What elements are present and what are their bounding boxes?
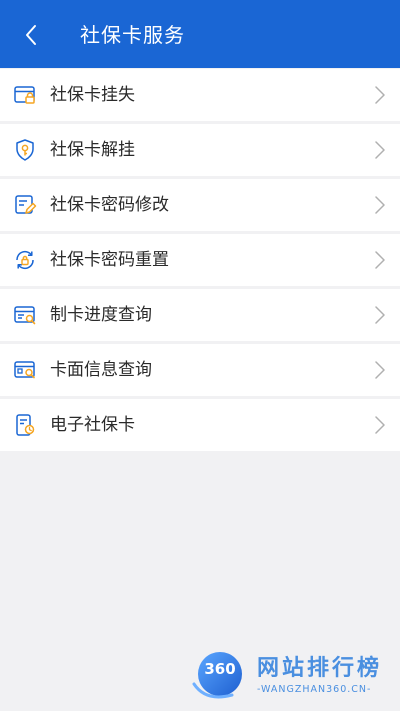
mobile-card-icon xyxy=(16,414,35,436)
refresh-lock-icon xyxy=(16,250,34,270)
menu-item-label: 社保卡密码重置 xyxy=(50,250,169,270)
menu-item-cancel-loss[interactable]: 社保卡解挂 xyxy=(0,124,400,176)
chevron-right-icon xyxy=(375,416,385,434)
chevron-left-icon xyxy=(26,25,36,45)
menu-item-card-info[interactable]: 卡面信息查询 xyxy=(0,344,400,396)
watermark-url: -WANGZHAN360.CN- xyxy=(257,684,372,695)
chevron-right-icon xyxy=(375,86,385,104)
menu-item-e-card[interactable]: 电子社保卡 xyxy=(0,399,400,451)
document-edit-icon xyxy=(15,195,37,214)
card-search-icon xyxy=(14,306,36,325)
watermark: 360 网站排行榜 -WANGZHAN360.CN- xyxy=(190,648,395,708)
service-menu: 社保卡挂失 社保卡解挂 社保卡密码修改 社保卡密码重置 制卡进度查询 卡面信息查… xyxy=(0,69,400,454)
shield-key-icon xyxy=(16,139,34,161)
card-lock-icon xyxy=(14,86,35,104)
card-info-search-icon xyxy=(14,361,35,379)
menu-item-label: 制卡进度查询 xyxy=(50,305,152,325)
watermark-badge: 360 xyxy=(204,660,236,678)
menu-item-label: 社保卡解挂 xyxy=(50,140,135,160)
menu-item-reset-password[interactable]: 社保卡密码重置 xyxy=(0,234,400,286)
menu-item-report-loss[interactable]: 社保卡挂失 xyxy=(0,69,400,121)
menu-item-label: 社保卡挂失 xyxy=(50,85,135,105)
menu-item-card-progress[interactable]: 制卡进度查询 xyxy=(0,289,400,341)
chevron-right-icon xyxy=(375,306,385,324)
back-button[interactable] xyxy=(14,18,48,52)
chevron-right-icon xyxy=(375,141,385,159)
chevron-right-icon xyxy=(375,196,385,214)
page-title: 社保卡服务 xyxy=(80,23,185,47)
watermark-name: 网站排行榜 xyxy=(257,656,383,681)
menu-item-label: 社保卡密码修改 xyxy=(50,195,169,215)
menu-item-label: 卡面信息查询 xyxy=(50,360,152,380)
chevron-right-icon xyxy=(375,361,385,379)
menu-item-change-password[interactable]: 社保卡密码修改 xyxy=(0,179,400,231)
app-header: 社保卡服务 xyxy=(0,0,400,68)
menu-item-label: 电子社保卡 xyxy=(50,415,135,435)
chevron-right-icon xyxy=(375,251,385,269)
